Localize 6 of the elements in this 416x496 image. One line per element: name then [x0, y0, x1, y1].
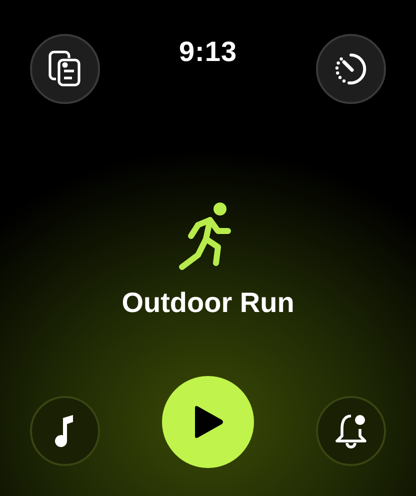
documents-icon	[47, 50, 83, 88]
workout-title: Outdoor Run	[122, 287, 294, 319]
timer-icon	[332, 51, 369, 87]
bell-icon	[333, 412, 369, 450]
music-note-icon	[54, 414, 76, 448]
clock-time: 9:13	[178, 36, 238, 68]
